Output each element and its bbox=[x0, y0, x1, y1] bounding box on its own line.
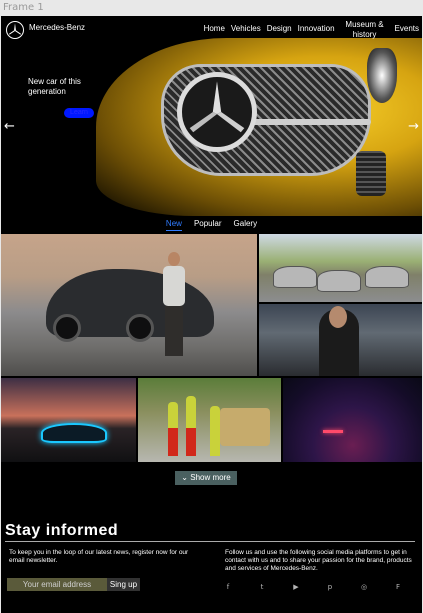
show-more-label: Show more bbox=[190, 473, 231, 482]
nav-home[interactable]: Home bbox=[204, 18, 225, 34]
signup-button[interactable]: Sing up bbox=[107, 578, 140, 591]
nav-museum-history[interactable]: Museum & history bbox=[341, 18, 389, 40]
tile-g-class bbox=[220, 408, 270, 446]
facebook-icon[interactable]: f bbox=[223, 582, 233, 592]
tile-wheel bbox=[126, 314, 154, 342]
tile-concept-car bbox=[41, 423, 107, 443]
youtube-icon[interactable]: ▶ bbox=[291, 582, 301, 592]
hero-title: New car of this generation bbox=[28, 77, 81, 96]
gallery-tile-purple-night[interactable] bbox=[283, 378, 422, 462]
car-headlight bbox=[367, 48, 397, 103]
mercedes-star-icon[interactable] bbox=[6, 21, 24, 39]
footer-divider bbox=[5, 541, 415, 542]
main-nav: Home Vehicles Design Innovation Museum &… bbox=[204, 18, 419, 40]
gallery-tile-showroom-man[interactable] bbox=[259, 304, 422, 376]
arrow-left-icon[interactable]: ← bbox=[4, 120, 15, 133]
newsletter-text: To keep you in the loop of our latest ne… bbox=[9, 549, 189, 564]
nav-events[interactable]: Events bbox=[395, 18, 419, 34]
tile-car bbox=[317, 270, 361, 292]
social-text: Follow us and use the following social m… bbox=[225, 549, 412, 572]
pinterest-icon[interactable]: p bbox=[325, 582, 335, 592]
learn-button[interactable]: Learn bbox=[64, 108, 94, 118]
gallery-tile-camouflage-cars[interactable] bbox=[259, 234, 422, 302]
tile-light bbox=[323, 430, 343, 433]
frame-label: Frame 1 bbox=[3, 2, 44, 13]
gallery-tile-concept-car[interactable] bbox=[1, 378, 136, 462]
car-chrome-bar bbox=[251, 119, 371, 125]
show-more-button[interactable]: ⌄ Show more bbox=[175, 471, 237, 485]
tile-car bbox=[273, 266, 317, 288]
footer-title: Stay informed bbox=[5, 522, 119, 539]
tab-galery[interactable]: Galery bbox=[234, 219, 258, 231]
tile-car bbox=[365, 266, 409, 288]
car-emblem-icon bbox=[177, 72, 257, 152]
tab-bar: New Popular Galery bbox=[1, 219, 422, 231]
email-input[interactable] bbox=[7, 578, 107, 591]
tile-wheel bbox=[53, 314, 81, 342]
page-frame: Mercedes-Benz Home Vehicles Design Innov… bbox=[1, 16, 422, 613]
twitter-icon[interactable]: t bbox=[257, 582, 267, 592]
tile-person-head bbox=[329, 306, 347, 328]
tile-person bbox=[210, 406, 220, 456]
gallery-tile-g-class-crew[interactable] bbox=[138, 378, 281, 462]
tile-person bbox=[168, 428, 178, 456]
chevron-down-icon: ⌄ bbox=[181, 473, 188, 482]
foursquare-icon[interactable]: F bbox=[393, 582, 403, 592]
car-fog-light bbox=[356, 151, 386, 196]
tab-popular[interactable]: Popular bbox=[194, 219, 222, 231]
nav-innovation[interactable]: Innovation bbox=[298, 18, 335, 34]
tile-person bbox=[186, 428, 196, 456]
hero-banner: Mercedes-Benz Home Vehicles Design Innov… bbox=[1, 16, 422, 216]
tile-person bbox=[163, 252, 185, 362]
nav-design[interactable]: Design bbox=[267, 18, 292, 34]
social-links: f t ▶ p ◎ F bbox=[223, 582, 403, 592]
nav-vehicles[interactable]: Vehicles bbox=[231, 18, 261, 34]
instagram-icon[interactable]: ◎ bbox=[359, 582, 369, 592]
arrow-right-icon[interactable]: → bbox=[408, 120, 419, 133]
gallery-tile-suv-man[interactable] bbox=[1, 234, 257, 376]
brand-name[interactable]: Mercedes-Benz bbox=[29, 23, 85, 32]
tab-new[interactable]: New bbox=[165, 219, 182, 231]
